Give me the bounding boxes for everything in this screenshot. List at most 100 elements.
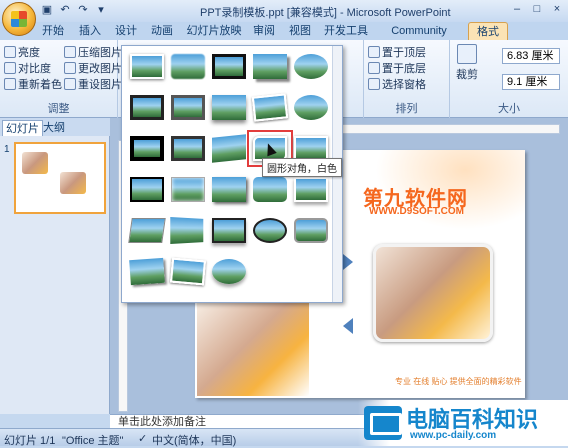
tab-slideshow[interactable]: 幻灯片放映: [186, 22, 242, 40]
style-preview-image: [294, 54, 328, 79]
recolor-label: 重新着色: [18, 79, 62, 91]
compress-icon: [64, 46, 76, 58]
slide-thumbnail[interactable]: [14, 142, 106, 214]
crop-icon: [457, 44, 477, 64]
close-icon[interactable]: ×: [550, 2, 564, 16]
tab-format[interactable]: 格式: [468, 22, 508, 40]
tab-design[interactable]: 设计: [112, 22, 140, 40]
style-preview-image: [253, 218, 287, 243]
recolor-button[interactable]: 重新着色: [4, 76, 62, 92]
change-picture-label: 更改图片: [78, 63, 122, 75]
selection-pane-icon: [368, 78, 380, 90]
picture-style-option[interactable]: [212, 177, 246, 202]
picture-style-option[interactable]: [128, 218, 166, 243]
picture-style-option[interactable]: [294, 218, 328, 243]
picture-style-option[interactable]: [212, 54, 246, 79]
picture-style-option[interactable]: [212, 95, 246, 120]
tab-community-clips[interactable]: Community Clips: [378, 22, 460, 55]
window-title: PPT录制模板.ppt [兼容模式] - Microsoft PowerPoin…: [200, 7, 451, 19]
picture-style-option[interactable]: [212, 218, 246, 243]
customize-qat-icon[interactable]: ▾: [94, 3, 108, 17]
style-preview-image: [170, 217, 204, 244]
bring-to-front-button[interactable]: 置于顶层: [368, 44, 426, 60]
compress-button[interactable]: 压缩图片: [64, 44, 122, 60]
window-controls: – □ ×: [510, 2, 564, 16]
picture-style-option[interactable]: [130, 177, 164, 202]
quick-access-toolbar: ▣ ↶ ↷ ▾: [40, 3, 108, 17]
height-spinner[interactable]: 6.83 厘米: [502, 48, 560, 64]
style-preview-image: [129, 257, 165, 286]
contrast-button[interactable]: 对比度: [4, 60, 51, 76]
picture-style-option[interactable]: [169, 257, 207, 286]
spellcheck-icon[interactable]: ✓: [138, 432, 147, 445]
minimize-icon[interactable]: –: [510, 2, 524, 16]
picture-style-option[interactable]: [294, 54, 328, 79]
brand-url: www.pc-daily.com: [410, 430, 497, 441]
send-to-back-button[interactable]: 置于底层: [368, 60, 426, 76]
picture-style-option[interactable]: [170, 217, 205, 244]
picture-style-option[interactable]: [294, 177, 328, 202]
style-tooltip: 圆形对角，白色: [262, 158, 342, 177]
style-preview-image: [171, 136, 205, 161]
save-icon[interactable]: ▣: [40, 3, 54, 17]
style-preview-image: [294, 177, 328, 202]
picture-style-option[interactable]: [253, 177, 287, 202]
thumb-photo-1: [22, 152, 48, 174]
undo-icon[interactable]: ↶: [58, 3, 72, 17]
style-preview-image: [130, 95, 164, 120]
selection-pane-button[interactable]: 选择窗格: [368, 76, 426, 92]
brand-watermark: 电脑百科知识 www.pc-daily.com: [358, 400, 568, 446]
tab-outline[interactable]: 大纲: [40, 120, 68, 136]
tab-slides[interactable]: 幻灯片: [2, 120, 43, 136]
tab-review[interactable]: 审阅: [250, 22, 278, 40]
reset-picture-button[interactable]: 重设图片: [64, 76, 122, 92]
picture-style-option[interactable]: [171, 136, 205, 161]
tab-home[interactable]: 开始: [38, 22, 68, 40]
style-preview-image: [169, 257, 207, 286]
tab-view[interactable]: 视图: [286, 22, 314, 40]
slide-photo-rounded[interactable]: [373, 244, 493, 342]
brightness-label: 亮度: [18, 47, 40, 59]
style-preview-image: [253, 54, 287, 79]
slide-number: 1: [4, 144, 10, 155]
left-arrow-shape[interactable]: [343, 318, 353, 334]
picture-style-option[interactable]: [130, 136, 164, 161]
picture-style-option[interactable]: [212, 259, 246, 284]
picture-style-option[interactable]: [253, 54, 287, 79]
picture-style-option[interactable]: [129, 257, 165, 286]
send-back-icon: [368, 62, 380, 74]
brightness-button[interactable]: 亮度: [4, 44, 40, 60]
picture-style-option[interactable]: [171, 177, 205, 202]
bring-front-label: 置于顶层: [382, 47, 426, 59]
picture-style-option[interactable]: [212, 134, 246, 163]
picture-style-option[interactable]: [130, 54, 164, 79]
reset-picture-label: 重设图片: [78, 79, 122, 91]
style-preview-image: [212, 177, 246, 202]
style-preview-image: [253, 177, 287, 202]
right-arrow-shape[interactable]: [343, 254, 353, 270]
slide-photo-bottom[interactable]: [197, 300, 309, 396]
picture-style-option[interactable]: [294, 95, 328, 120]
selection-pane-label: 选择窗格: [382, 79, 426, 91]
tab-animation[interactable]: 动画: [148, 22, 176, 40]
horizontal-ruler: [340, 124, 560, 134]
maximize-icon[interactable]: □: [530, 2, 544, 16]
redo-icon[interactable]: ↷: [76, 3, 90, 17]
picture-style-option[interactable]: [171, 54, 205, 79]
picture-style-option[interactable]: [130, 95, 164, 120]
slides-panel: 幻灯片 大纲 1: [0, 118, 110, 414]
tab-insert[interactable]: 插入: [76, 22, 104, 40]
style-preview-image: [212, 95, 246, 120]
picture-style-option[interactable]: [251, 93, 289, 122]
style-preview-image: [294, 95, 328, 120]
style-preview-image: [171, 95, 205, 120]
picture-style-option[interactable]: [253, 218, 287, 243]
picture-style-option[interactable]: [171, 95, 205, 120]
tab-developer[interactable]: 开发工具: [322, 22, 370, 40]
size-group-label: 大小: [498, 103, 520, 115]
width-spinner[interactable]: 9.1 厘米: [502, 74, 560, 90]
office-logo-icon: [11, 11, 27, 27]
crop-button[interactable]: 裁剪: [456, 44, 478, 82]
office-button[interactable]: [2, 2, 36, 36]
change-picture-button[interactable]: 更改图片: [64, 60, 122, 76]
